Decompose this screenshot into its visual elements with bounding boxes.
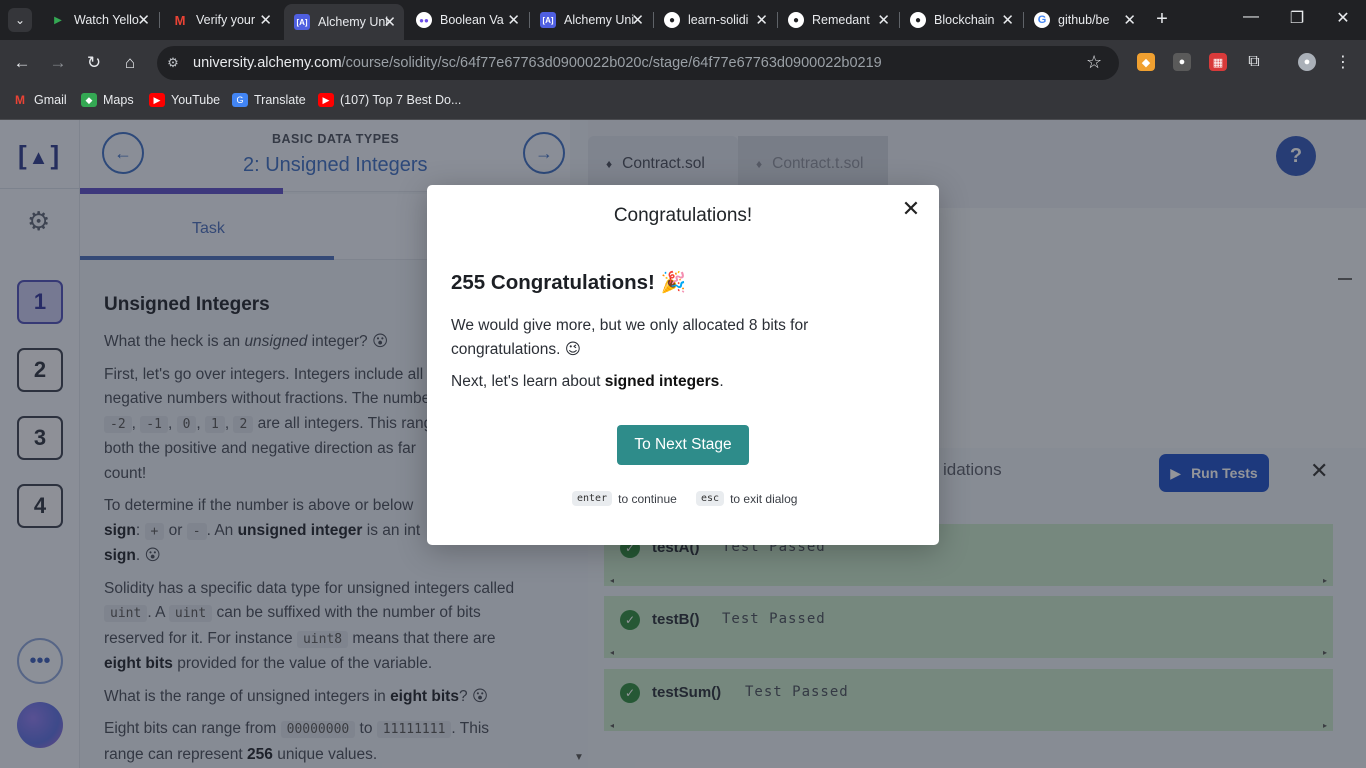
bookmark-gmail[interactable]: M Gmail bbox=[12, 92, 67, 108]
google-icon: G bbox=[1034, 12, 1050, 28]
profile-avatar[interactable]: ● bbox=[1298, 53, 1316, 71]
close-tab-icon[interactable]: ✕ bbox=[631, 11, 644, 29]
close-window-icon[interactable]: ✕ bbox=[1332, 8, 1354, 28]
bookmark-translate[interactable]: G Translate bbox=[232, 92, 306, 108]
youtube-icon: ▶ bbox=[318, 93, 334, 107]
reload-icon[interactable]: ↻ bbox=[82, 51, 106, 75]
close-tab-icon[interactable]: ✕ bbox=[1001, 11, 1014, 29]
close-tab-icon[interactable]: ✕ bbox=[755, 11, 768, 29]
extension-ninja-icon[interactable]: ● bbox=[1173, 53, 1191, 71]
close-tab-icon[interactable]: ✕ bbox=[507, 11, 520, 29]
browser-tab[interactable]: G github/be ✕ bbox=[1024, 6, 1144, 34]
browser-tab[interactable]: ● learn-solidi ✕ bbox=[654, 6, 776, 34]
maps-icon: ◆ bbox=[81, 93, 97, 107]
play-icon: ▶ bbox=[54, 14, 62, 26]
enter-key: enter bbox=[572, 491, 613, 506]
close-tab-icon[interactable]: ✕ bbox=[137, 11, 150, 29]
forward-icon[interactable]: → bbox=[46, 51, 70, 75]
home-icon[interactable]: ⌂ bbox=[118, 51, 142, 75]
site-settings-icon[interactable]: ⚙ bbox=[164, 54, 182, 72]
new-tab-icon[interactable]: + bbox=[1151, 8, 1173, 30]
url-text[interactable]: university.alchemy.com/course/solidity/s… bbox=[193, 55, 882, 71]
close-tab-icon[interactable]: ✕ bbox=[259, 11, 272, 29]
close-icon[interactable]: ✕ bbox=[899, 196, 923, 221]
browser-tab[interactable]: ●● Boolean Va ✕ bbox=[406, 6, 528, 34]
gmail-icon: M bbox=[174, 12, 186, 28]
browser-tab-active[interactable]: [A] Alchemy Uni ✕ bbox=[284, 4, 404, 40]
alchemy-icon: [A] bbox=[294, 14, 310, 30]
back-icon[interactable]: ← bbox=[10, 51, 34, 75]
bookmark-maps[interactable]: ◆ Maps bbox=[81, 92, 134, 108]
minimize-icon[interactable]: — bbox=[1240, 8, 1262, 26]
close-tab-icon[interactable]: ✕ bbox=[1123, 11, 1136, 29]
browser-tab[interactable]: ● Blockchain ✕ bbox=[900, 6, 1022, 34]
continue-hint: enter to continue bbox=[572, 491, 677, 506]
close-tab-icon[interactable]: ✕ bbox=[383, 13, 396, 31]
extensions-puzzle-icon[interactable]: ⧉ bbox=[1245, 53, 1263, 71]
close-tab-icon[interactable]: ✕ bbox=[877, 11, 890, 29]
bookmark-star-icon[interactable]: ☆ bbox=[1086, 52, 1102, 73]
github-icon: ● bbox=[664, 12, 680, 28]
extension-red-icon[interactable]: ▦ bbox=[1209, 53, 1227, 71]
dialog-heading: 255 Congratulations! 🎉 bbox=[451, 271, 687, 294]
tab-search-button[interactable]: ⌄ bbox=[8, 8, 32, 32]
bookmark-youtube[interactable]: ▶ YouTube bbox=[149, 92, 220, 108]
github-icon: ● bbox=[788, 12, 804, 28]
extension-shield-icon[interactable]: ◆ bbox=[1137, 53, 1155, 71]
browser-tab[interactable]: ▶ Watch Yello ✕ bbox=[40, 6, 158, 34]
bookmark-video[interactable]: ▶ (107) Top 7 Best Do... bbox=[318, 92, 461, 108]
exit-hint: esc to exit dialog bbox=[696, 491, 797, 506]
browser-tab[interactable]: M Verify your ✕ bbox=[162, 6, 280, 34]
gmail-icon: M bbox=[15, 93, 25, 107]
congratulations-dialog: Congratulations! ✕ 255 Congratulations! … bbox=[427, 185, 939, 545]
alchemy-icon: [A] bbox=[540, 12, 556, 28]
esc-key: esc bbox=[696, 491, 725, 506]
dialog-message: We would give more, but we only allocate… bbox=[451, 317, 809, 358]
dialog-title: Congratulations! bbox=[613, 205, 753, 226]
browser-tab[interactable]: ● Remedant ✕ bbox=[778, 6, 898, 34]
dialog-next-topic: Next, let's learn about signed integers. bbox=[451, 373, 724, 390]
github-icon: ● bbox=[910, 12, 926, 28]
browser-menu-icon[interactable]: ⋮ bbox=[1334, 53, 1352, 71]
youtube-icon: ▶ bbox=[149, 93, 165, 107]
browser-tab[interactable]: [A] Alchemy Uni ✕ bbox=[530, 6, 652, 34]
chat-bubble-icon: ●● bbox=[416, 12, 432, 28]
next-stage-button[interactable]: To Next Stage bbox=[617, 425, 749, 465]
translate-icon: G bbox=[232, 93, 248, 107]
restore-icon[interactable]: ❐ bbox=[1286, 8, 1308, 28]
